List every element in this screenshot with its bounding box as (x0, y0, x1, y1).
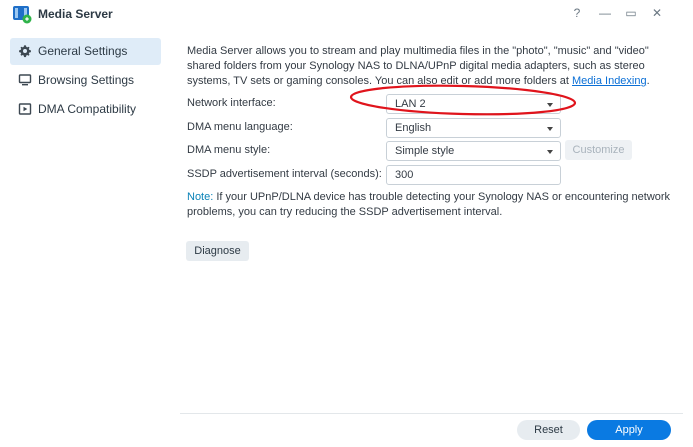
apply-button[interactable]: Apply (587, 420, 671, 440)
dma-menu-style-label: DMA menu style: (187, 144, 271, 156)
chevron-down-icon (547, 150, 553, 154)
play-icon (18, 103, 32, 115)
chevron-down-icon (547, 103, 553, 107)
description-end: . (646, 75, 650, 87)
reset-button[interactable]: Reset (517, 420, 580, 440)
media-indexing-link[interactable]: Media Indexing (572, 75, 647, 87)
gear-icon (19, 45, 31, 58)
minimize-icon[interactable]: — (596, 4, 614, 22)
customize-button[interactable]: Customize (565, 140, 632, 160)
general-settings-panel: Media Server allows you to stream and pl… (170, 28, 693, 447)
chevron-down-icon (547, 127, 553, 131)
window-title: Media Server (38, 7, 113, 21)
sidebar: General Settings Browsing Settings DMA C… (0, 28, 170, 447)
close-icon[interactable]: ✕ (648, 4, 666, 22)
network-interface-label: Network interface: (187, 97, 276, 109)
dma-menu-language-select[interactable]: English (386, 118, 561, 138)
ssdp-interval-input[interactable] (386, 165, 561, 185)
help-icon[interactable]: ? (568, 4, 586, 22)
ssdp-interval-label: SSDP advertisement interval (seconds): (187, 168, 382, 180)
diagnose-button[interactable]: Diagnose (186, 241, 249, 261)
dma-menu-style-value: Simple style (395, 145, 455, 157)
note: Note: If your UPnP/DLNA device has troub… (187, 190, 677, 220)
sidebar-item-label: General Settings (38, 44, 128, 58)
sidebar-item-general-settings[interactable]: General Settings (10, 38, 161, 65)
title-bar: Media Server ? — ▭ ✕ (0, 0, 693, 28)
dma-menu-style-select[interactable]: Simple style (386, 141, 561, 161)
note-key: Note: (187, 191, 214, 203)
sidebar-item-dma-compatibility[interactable]: DMA Compatibility (10, 96, 161, 123)
network-interface-value: LAN 2 (395, 98, 426, 110)
sidebar-item-label: Browsing Settings (38, 73, 135, 87)
media-server-app-icon (13, 6, 32, 24)
footer-divider (180, 413, 683, 414)
note-text: If your UPnP/DLNA device has trouble det… (187, 191, 671, 218)
dma-menu-language-label: DMA menu language: (187, 121, 293, 133)
description: Media Server allows you to stream and pl… (187, 44, 682, 89)
network-interface-select[interactable]: LAN 2 (386, 94, 561, 114)
monitor-icon (18, 74, 32, 86)
dma-menu-language-value: English (395, 122, 432, 134)
maximize-icon[interactable]: ▭ (622, 4, 640, 22)
sidebar-item-label: DMA Compatibility (38, 102, 137, 116)
sidebar-item-browsing-settings[interactable]: Browsing Settings (10, 67, 161, 94)
